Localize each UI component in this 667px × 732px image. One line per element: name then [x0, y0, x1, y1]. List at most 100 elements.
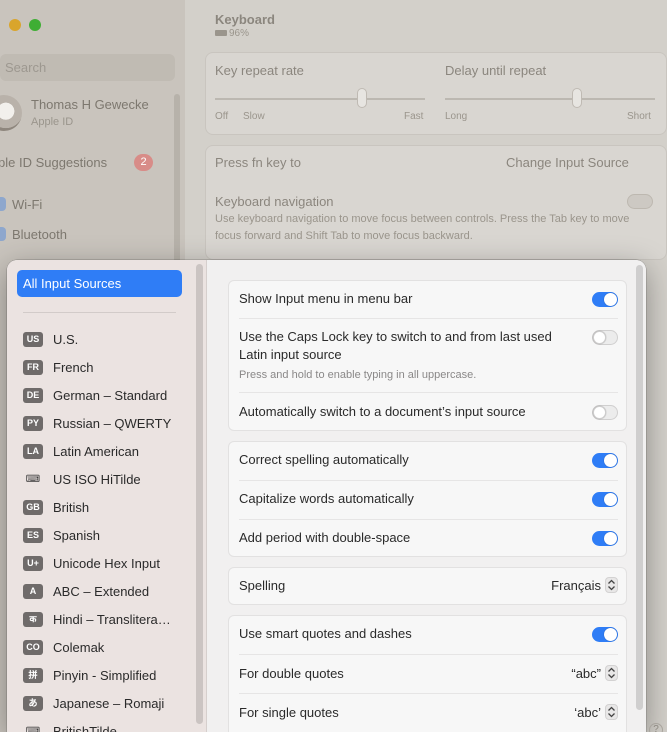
- list-item[interactable]: ⌨ US ISO HiTilde: [7, 465, 197, 493]
- input-sources-list-pane: All Input Sources US U.S. FR French DE German…: [7, 260, 207, 732]
- spelling-popup[interactable]: Français: [551, 577, 618, 593]
- key-repeat-slow-label: Slow: [243, 111, 265, 122]
- chevron-up-down-icon: [605, 704, 618, 720]
- input-source-name: Japanese – Romaji: [53, 695, 165, 711]
- period-toggle[interactable]: [592, 531, 618, 546]
- list-item[interactable]: A ABC – Extended: [7, 577, 197, 605]
- key-repeat-slider[interactable]: [215, 98, 425, 100]
- list-item[interactable]: ⌨ BritishTilde: [7, 717, 197, 732]
- keyboard-navigation-label: Keyboard navigation: [215, 194, 334, 209]
- input-source-name: Latin American: [53, 443, 139, 459]
- double-quotes-row: For double quotes “abc”: [239, 655, 618, 694]
- list-item[interactable]: U+ Unicode Hex Input: [7, 549, 197, 577]
- show-input-menu-toggle[interactable]: [592, 292, 618, 307]
- input-source-badge: FR: [23, 359, 43, 375]
- zoom-button[interactable]: [29, 19, 41, 31]
- double-quotes-value: “abc”: [571, 665, 601, 681]
- input-source-name: Colemak: [53, 639, 105, 655]
- page-title: Keyboard: [215, 12, 275, 27]
- keyboard-icon: ⌨: [25, 725, 41, 732]
- sources-scrollbar[interactable]: [196, 264, 203, 724]
- input-source-name: Spanish: [53, 527, 100, 543]
- capitalize-toggle[interactable]: [592, 492, 618, 507]
- list-item[interactable]: FR French: [7, 353, 197, 381]
- search-placeholder: Search: [5, 60, 47, 75]
- input-source-name: ABC – Extended: [53, 583, 150, 599]
- caps-lock-toggle[interactable]: [592, 330, 618, 345]
- single-quotes-value: ‘abc’: [574, 704, 601, 720]
- correct-spelling-row: Correct spelling automatically: [239, 442, 618, 481]
- input-source-badge: 拼: [23, 667, 43, 683]
- input-source-badge: DE: [23, 387, 43, 403]
- list-item[interactable]: ES Spanish: [7, 521, 197, 549]
- user-name[interactable]: Thomas H Gewecke: [31, 97, 149, 112]
- auto-switch-toggle[interactable]: [592, 405, 618, 420]
- list-item[interactable]: क Hindi – Translitera…: [7, 605, 197, 633]
- list-item[interactable]: LA Latin American: [7, 437, 197, 465]
- battery-status: 96%: [215, 28, 249, 39]
- delay-repeat-min-label: Long: [445, 111, 468, 122]
- input-sources-sheet: All Input Sources US U.S. FR French DE German…: [7, 260, 646, 732]
- key-repeat-label: Key repeat rate: [215, 63, 304, 78]
- delay-repeat-slider[interactable]: [445, 98, 655, 100]
- double-quotes-label: For double quotes: [239, 666, 344, 681]
- smart-quotes-group: Use smart quotes and dashes For double q…: [228, 615, 627, 732]
- correct-spelling-toggle[interactable]: [592, 453, 618, 468]
- search-field[interactable]: Search: [0, 54, 175, 81]
- list-item[interactable]: PY Russian – QWERTY: [7, 409, 197, 437]
- minimize-button[interactable]: [9, 19, 21, 31]
- input-source-badge: あ: [23, 695, 43, 711]
- apple-id-suggestions[interactable]: ple ID Suggestions: [0, 155, 107, 170]
- key-repeat-max-label: Fast: [404, 111, 424, 122]
- keyboard-navigation-toggle[interactable]: [627, 194, 653, 209]
- bluetooth-icon: [0, 227, 6, 241]
- single-quotes-popup[interactable]: ‘abc’: [574, 704, 618, 720]
- spelling-row: Spelling Français: [239, 568, 618, 605]
- input-source-badge: ES: [23, 527, 43, 543]
- period-label: Add period with double-space: [239, 530, 411, 545]
- input-source-badge: U+: [23, 555, 43, 571]
- key-repeat-slider-knob[interactable]: [357, 88, 367, 108]
- input-source-badge: GB: [23, 499, 43, 515]
- double-quotes-popup[interactable]: “abc”: [571, 665, 618, 681]
- spelling-language-group: Spelling Français: [228, 567, 627, 605]
- input-source-name: U.S.: [53, 331, 79, 347]
- help-button[interactable]: ?: [649, 723, 663, 732]
- fn-key-popup[interactable]: Change Input Source: [506, 155, 629, 170]
- smart-quotes-toggle[interactable]: [592, 627, 618, 642]
- smart-quotes-label: Use smart quotes and dashes: [239, 626, 412, 641]
- input-source-badge: US: [23, 331, 43, 347]
- input-source-options-pane: Show Input menu in menu bar Use the Caps…: [207, 260, 646, 732]
- avatar[interactable]: [0, 95, 22, 131]
- delay-repeat-max-label: Short: [627, 111, 651, 122]
- sidebar-scrollbar[interactable]: [174, 94, 180, 264]
- input-source-badge: A: [23, 583, 43, 599]
- list-item[interactable]: 拼 Pinyin - Simplified: [7, 661, 197, 689]
- wifi-icon: [0, 197, 6, 211]
- sidebar-item-wifi[interactable]: Wi-Fi: [12, 197, 42, 212]
- delay-repeat-label: Delay until repeat: [445, 63, 547, 78]
- list-item[interactable]: US U.S.: [7, 325, 197, 353]
- spelling-label: Spelling: [239, 578, 286, 593]
- suggestions-count-badge: 2: [134, 154, 153, 171]
- sidebar-item-bluetooth[interactable]: Bluetooth: [12, 227, 67, 242]
- all-input-sources-item[interactable]: All Input Sources: [17, 270, 182, 297]
- list-item[interactable]: CO Colemak: [7, 633, 197, 661]
- key-repeat-min-label: Off: [215, 111, 229, 122]
- repeat-settings-card: Key repeat rate Off Slow Fast Delay unti…: [205, 52, 667, 135]
- list-item[interactable]: GB British: [7, 493, 197, 521]
- list-item[interactable]: あ Japanese – Romaji: [7, 689, 197, 717]
- show-input-menu-label: Show Input menu in menu bar: [239, 291, 413, 306]
- smart-quotes-row: Use smart quotes and dashes: [239, 616, 618, 655]
- input-source-name: Hindi – Translitera…: [53, 611, 171, 627]
- chevron-up-down-icon: [605, 577, 618, 593]
- battery-icon: [215, 30, 227, 36]
- auto-switch-row: Automatically switch to a document’s inp…: [239, 393, 618, 431]
- input-source-badge: क: [23, 611, 43, 627]
- chevron-up-down-icon: [605, 665, 618, 681]
- delay-repeat-slider-knob[interactable]: [572, 88, 583, 108]
- list-item[interactable]: DE German – Standard: [7, 381, 197, 409]
- show-input-menu-row: Show Input menu in menu bar: [239, 281, 618, 319]
- options-scrollbar[interactable]: [636, 265, 643, 710]
- input-source-name: German – Standard: [53, 387, 168, 403]
